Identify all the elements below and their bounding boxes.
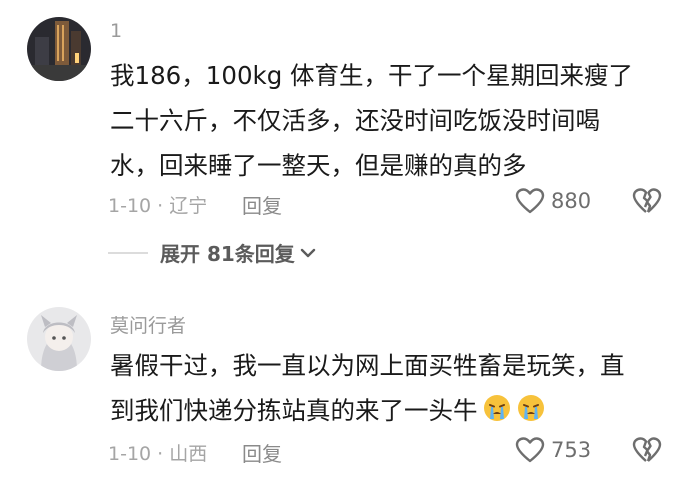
chevron-down-icon <box>300 248 315 257</box>
like-button[interactable]: 753 <box>515 436 591 464</box>
expand-replies-label: 展开 81条回复 <box>160 242 295 266</box>
dislike-button[interactable] <box>632 187 662 219</box>
comment-text: 暑假干过，我一直以为网上面买牲畜是玩笑，直 到我们快递分拣站真的来了一头牛 <box>110 343 625 433</box>
comment-text-line: 到我们快递分拣站真的来了一头牛 <box>110 388 625 433</box>
like-count: 753 <box>551 438 592 462</box>
dislike-button[interactable] <box>632 436 662 468</box>
comment-text-line: 二十六斤，不仅活多，还没时间吃饭没时间喝 <box>110 106 600 135</box>
username[interactable]: 莫问行者 <box>110 311 186 338</box>
reply-button[interactable]: 回复 <box>242 438 282 467</box>
heart-outline-icon <box>515 437 545 463</box>
reply-button[interactable]: 回复 <box>242 190 282 219</box>
comment-text-line-text: 到我们快递分拣站真的来了一头牛 <box>110 396 478 425</box>
broken-heart-icon <box>632 188 662 213</box>
username[interactable]: 1 <box>110 20 122 42</box>
avatar[interactable] <box>27 307 91 371</box>
like-count: 880 <box>551 189 592 213</box>
comment-text-line: 我186，100kg 体育生，干了一个星期回来瘦了 <box>110 61 634 90</box>
crying-face-emoji-icon <box>483 395 510 421</box>
heart-outline-icon <box>515 188 545 214</box>
expand-replies-button[interactable]: 展开 81条回复 <box>108 238 317 267</box>
comment-text-line: 水，回来睡了一整天，但是赚的真的多 <box>110 151 527 180</box>
divider <box>108 251 148 254</box>
date-location: 1-10 · 辽宁 <box>108 195 208 217</box>
date-location: 1-10 · 山西 <box>108 443 208 465</box>
crying-face-emoji-icon <box>517 395 544 421</box>
avatar[interactable] <box>27 17 91 81</box>
like-button[interactable]: 880 <box>515 187 591 215</box>
comment-text-line: 暑假干过，我一直以为网上面买牲畜是玩笑，直 <box>110 351 625 380</box>
comment-text: 我186，100kg 体育生，干了一个星期回来瘦了 二十六斤，不仅活多，还没时间… <box>110 53 633 188</box>
broken-heart-icon <box>632 437 662 462</box>
